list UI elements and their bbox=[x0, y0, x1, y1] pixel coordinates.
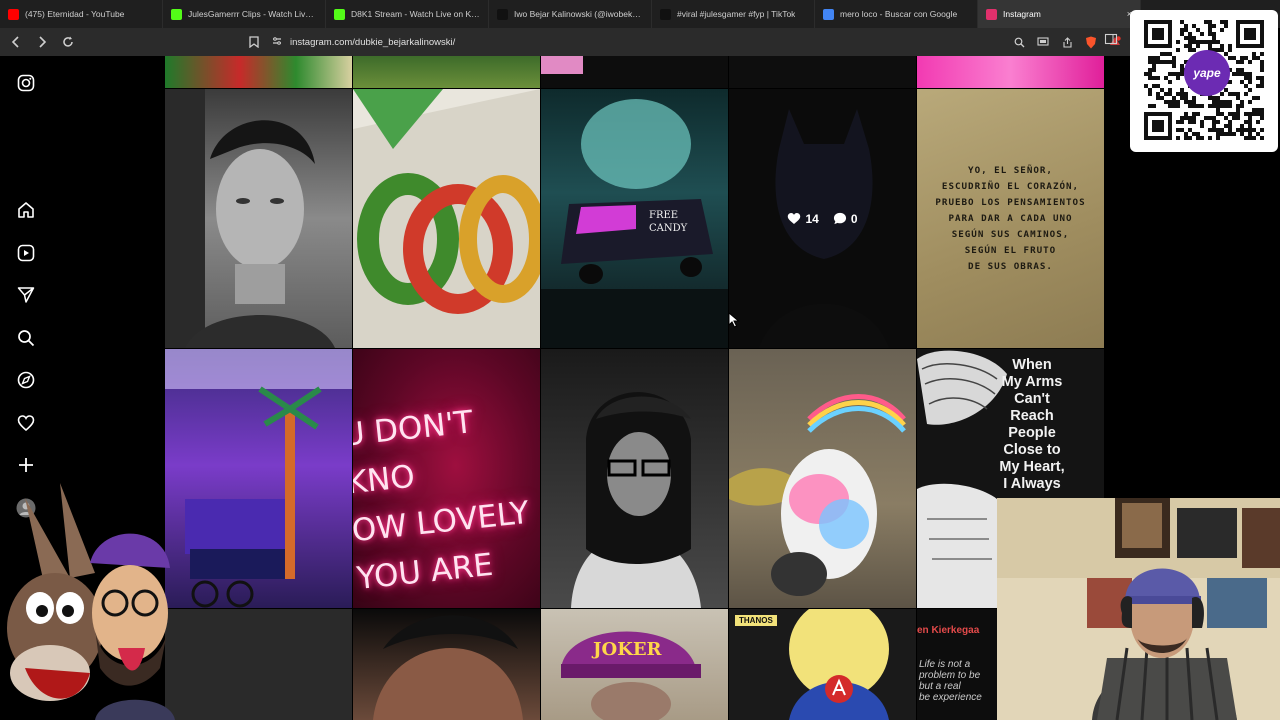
quote-text: YO, EL SEÑOR, ESCUDRIÑO EL CORAZÓN, PRUE… bbox=[935, 164, 1086, 272]
browser-tab[interactable]: Iwo Bejar Kalinowski (@iwobeka) | TikTok bbox=[489, 0, 652, 28]
browser-tab[interactable]: mero loco - Buscar con Google bbox=[815, 0, 978, 28]
browser-tab-label: (475) Eternidad - YouTube bbox=[25, 9, 125, 19]
forward-icon[interactable] bbox=[34, 34, 50, 50]
browser-tab-strip: (475) Eternidad - YouTube JulesGamerrr Cl… bbox=[0, 0, 1280, 28]
comments-stat: 0 bbox=[833, 212, 858, 226]
kierkegaard-name: en Kierkegaa bbox=[917, 625, 980, 636]
post-tile-cat[interactable] bbox=[729, 349, 916, 608]
sidepanel-icon[interactable] bbox=[1104, 32, 1118, 51]
browser-tab-label: mero loco - Buscar con Google bbox=[840, 9, 958, 19]
google-icon bbox=[823, 8, 834, 20]
post-tile[interactable] bbox=[917, 56, 1104, 88]
search-icon[interactable] bbox=[16, 328, 36, 348]
post-tile-batman[interactable]: 14 0 bbox=[729, 89, 916, 348]
brave-shield-icon[interactable] bbox=[1084, 35, 1098, 49]
browser-tab[interactable]: (475) Eternidad - YouTube bbox=[0, 0, 163, 28]
back-icon[interactable] bbox=[8, 34, 24, 50]
browser-tab[interactable]: D8K1 Stream - Watch Live on Kick bbox=[326, 0, 489, 28]
comments-count: 0 bbox=[850, 211, 858, 226]
arms-quote-text: When My Arms Can't Reach People Close to… bbox=[999, 357, 1065, 492]
bookmark-icon[interactable] bbox=[246, 34, 262, 50]
kierkegaard-quote: Life is not a problem to be but a real b… bbox=[919, 659, 982, 703]
url-text: instagram.com/dubkie_bejarkalinowski/ bbox=[290, 36, 456, 48]
share-icon[interactable] bbox=[1060, 35, 1074, 49]
browser-tab-label: Instagram bbox=[1003, 9, 1041, 19]
kick-icon bbox=[334, 8, 345, 20]
reels-icon[interactable] bbox=[16, 243, 36, 263]
plus-icon[interactable] bbox=[16, 455, 36, 475]
cast-icon[interactable] bbox=[1036, 35, 1050, 49]
tiktok-icon bbox=[497, 8, 508, 20]
post-tile-food[interactable] bbox=[353, 89, 540, 348]
streamer-webcam bbox=[997, 498, 1280, 720]
kick-icon bbox=[171, 8, 182, 20]
heart-icon[interactable] bbox=[16, 413, 36, 433]
streamer-mascot bbox=[0, 478, 175, 720]
tiktok-icon bbox=[660, 8, 671, 20]
post-tile-van[interactable]: FREE CANDY bbox=[541, 89, 728, 348]
van-text: FREE CANDY bbox=[649, 210, 688, 234]
home-icon[interactable] bbox=[16, 200, 36, 220]
explore-icon[interactable] bbox=[16, 370, 36, 390]
likes-count: 14 bbox=[805, 211, 819, 226]
yape-logo: yape bbox=[1184, 50, 1230, 96]
like-heart-icon bbox=[788, 213, 801, 224]
address-bar[interactable]: instagram.com/dubkie_bejarkalinowski/ bbox=[272, 32, 1022, 52]
zoom-icon[interactable] bbox=[1012, 35, 1026, 49]
post-tile-quote[interactable]: YO, EL SEÑOR, ESCUDRIÑO EL CORAZÓN, PRUE… bbox=[917, 89, 1104, 348]
instagram-logo-icon[interactable] bbox=[16, 73, 36, 93]
browser-tab[interactable]: Instagram× bbox=[978, 0, 1141, 28]
browser-tab-label: JulesGamerrr Clips - Watch Live on Kick bbox=[188, 9, 317, 19]
site-info-icon[interactable] bbox=[272, 36, 282, 49]
post-tile[interactable] bbox=[353, 56, 540, 88]
quote-card: YO, EL SEÑOR, ESCUDRIÑO EL CORAZÓN, PRUE… bbox=[917, 89, 1104, 348]
post-tile[interactable] bbox=[541, 56, 728, 88]
browser-tab-label: D8K1 Stream - Watch Live on Kick bbox=[351, 9, 480, 19]
yape-qr-code: yape bbox=[1130, 10, 1278, 152]
post-tile-selfie[interactable] bbox=[165, 89, 352, 348]
neon-sign-text: U DON'T KNO OW LOVELY YOU ARE bbox=[353, 404, 531, 597]
post-tile-neon-room[interactable] bbox=[165, 349, 352, 608]
browser-toolbar: instagram.com/dubkie_bejarkalinowski/ bbox=[0, 28, 1130, 56]
browser-tab[interactable]: JulesGamerrr Clips - Watch Live on Kick bbox=[163, 0, 326, 28]
comment-bubble-icon bbox=[833, 212, 846, 225]
youtube-icon bbox=[8, 8, 19, 20]
browser-tab-label: #viral #julesgamer #fyp | TikTok bbox=[677, 9, 796, 19]
thanos-label: THANOS bbox=[735, 615, 777, 626]
post-tile[interactable] bbox=[165, 56, 352, 88]
mouse-cursor-icon bbox=[728, 311, 740, 333]
post-tile[interactable] bbox=[729, 56, 916, 88]
send-icon[interactable] bbox=[16, 285, 36, 305]
post-tile-comic[interactable]: THANOS bbox=[729, 609, 916, 720]
likes-stat: 14 bbox=[787, 211, 819, 226]
reload-icon[interactable] bbox=[60, 34, 76, 50]
post-hover-overlay: 14 0 bbox=[729, 89, 916, 348]
post-tile-joker[interactable]: JOKER bbox=[541, 609, 728, 720]
post-tile[interactable] bbox=[165, 609, 352, 720]
browser-tab[interactable]: #viral #julesgamer #fyp | TikTok bbox=[652, 0, 815, 28]
profile-post-grid: FREE CANDY 14 0 YO, EL SEÑOR, ESCUDRIÑO … bbox=[165, 56, 1105, 720]
browser-tab-label: Iwo Bejar Kalinowski (@iwobeka) | TikTok bbox=[514, 9, 643, 19]
post-tile-portrait[interactable] bbox=[541, 349, 728, 608]
instagram-icon bbox=[986, 8, 997, 20]
post-tile-neon-sign[interactable]: U DON'T KNO OW LOVELY YOU ARE bbox=[353, 349, 540, 608]
post-tile-face-closeup[interactable] bbox=[353, 609, 540, 720]
joker-cap-text: JOKER bbox=[593, 639, 662, 660]
